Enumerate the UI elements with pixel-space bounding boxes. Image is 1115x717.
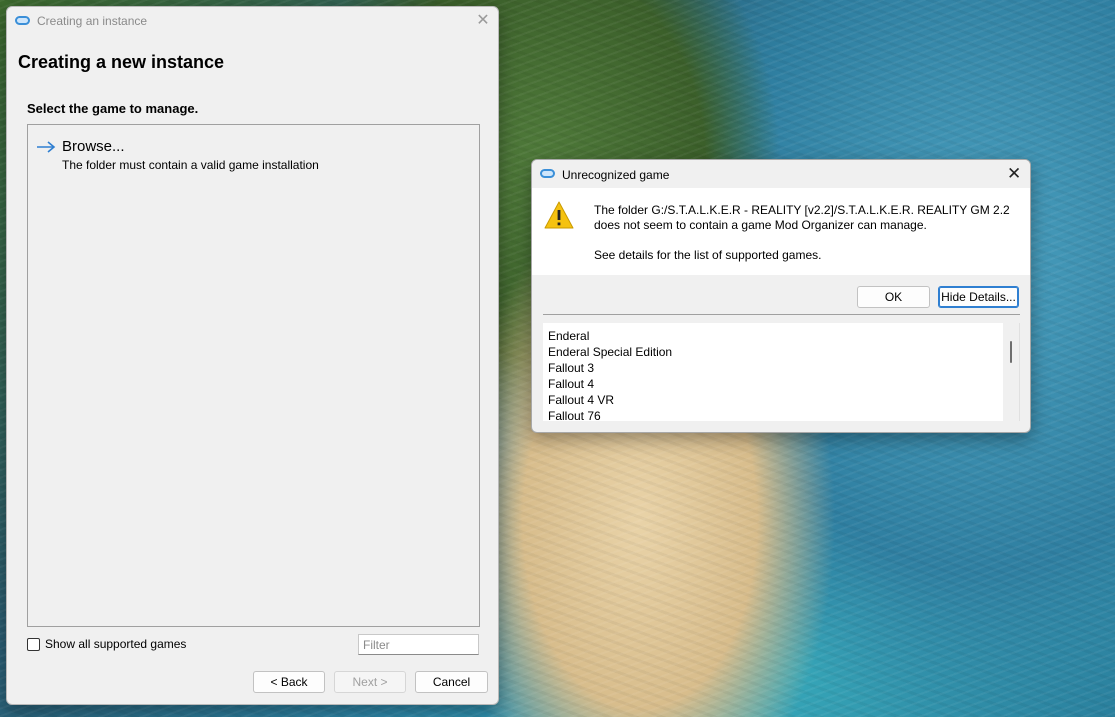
next-button[interactable]: Next >	[334, 671, 406, 693]
close-icon[interactable]: ✕	[476, 13, 490, 29]
warning-icon	[544, 201, 574, 229]
dialog-title: Unrecognized game	[562, 168, 670, 182]
mod-organizer-icon	[15, 16, 30, 25]
hide-details-button[interactable]: Hide Details...	[938, 286, 1019, 308]
window-title: Creating an instance	[37, 14, 148, 28]
list-item: Fallout 4	[548, 377, 595, 391]
message-area: The folder G:/S.T.A.L.K.E.R - REALITY [v…	[532, 188, 1030, 275]
checkbox-box[interactable]	[27, 637, 40, 651]
section-subtitle: Select the game to manage.	[27, 101, 199, 116]
details-text-box[interactable]: Enderal Enderal Special Edition Fallout …	[543, 323, 1020, 421]
message-text: The folder G:/S.T.A.L.K.E.R - REALITY [v…	[594, 203, 1010, 232]
back-button[interactable]: < Back	[253, 671, 325, 693]
details-scrollbar[interactable]	[1003, 323, 1019, 421]
create-instance-window: Creating an instance ✕ Creating a new in…	[6, 6, 499, 705]
dialog-title-bar[interactable]: Unrecognized game ✕	[532, 160, 1030, 188]
cancel-button[interactable]: Cancel	[415, 671, 488, 693]
list-item: Fallout 4 VR	[548, 393, 615, 407]
list-item: Fallout 3	[548, 361, 595, 375]
unrecognized-game-dialog: Unrecognized game ✕ The folder G:/S.T.A.…	[531, 159, 1031, 433]
details-separator	[543, 314, 1020, 315]
info-text: See details for the list of supported ga…	[594, 248, 822, 262]
list-item: Enderal	[548, 329, 590, 343]
list-item: Enderal Special Edition	[548, 345, 673, 359]
show-all-label: Show all supported games	[45, 637, 187, 651]
list-item: Fallout 76	[548, 409, 601, 421]
close-icon[interactable]: ✕	[1007, 165, 1021, 182]
game-list[interactable]: Browse... The folder must contain a vali…	[27, 124, 480, 627]
ok-button[interactable]: OK	[857, 286, 930, 308]
page-title: Creating a new instance	[18, 52, 225, 72]
browse-description: The folder must contain a valid game ins…	[62, 158, 319, 172]
arrow-right-icon	[37, 141, 56, 153]
scrollbar-thumb[interactable]	[1010, 341, 1012, 363]
filter-input[interactable]	[358, 634, 479, 655]
mod-organizer-icon	[540, 169, 555, 178]
show-all-games-checkbox[interactable]: Show all supported games	[27, 637, 186, 651]
browse-label: Browse...	[62, 138, 125, 155]
title-bar[interactable]: Creating an instance ✕	[7, 7, 498, 35]
